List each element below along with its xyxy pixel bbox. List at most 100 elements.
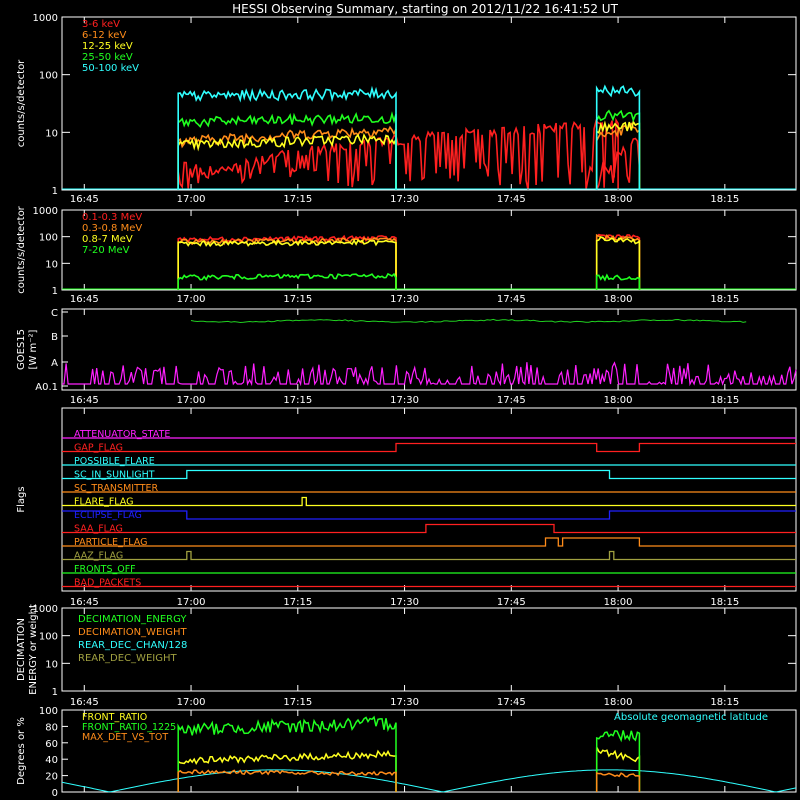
legend-entry: 0.3-0.8 MeV <box>82 223 142 234</box>
time-tick-label: 18:15 <box>710 294 739 305</box>
legend-entry: 50-100 keV <box>82 63 139 74</box>
time-tick-label: 17:45 <box>497 294 526 305</box>
series-line-goes-low <box>190 318 747 324</box>
time-tick-label: 16:45 <box>70 395 99 406</box>
series-line-0.8-7 MeV <box>177 238 397 290</box>
time-tick-label: 17:45 <box>497 395 526 406</box>
y-axis-label: counts/s/detector <box>16 205 27 293</box>
y-axis-label: Flags <box>16 486 27 512</box>
y-tick-label: 10 <box>45 259 58 270</box>
legend-entry: REAR_DEC_CHAN/128 <box>78 640 187 651</box>
legend-entry: REAR_DEC_WEIGHT <box>78 653 177 664</box>
y-axis-label-2: [W m⁻²] <box>28 329 39 369</box>
time-tick-label: 16:45 <box>70 194 99 205</box>
time-tick-label: 17:30 <box>390 697 419 708</box>
flag-line-SAA_FLAG <box>62 523 796 534</box>
time-tick-label: 16:45 <box>70 294 99 305</box>
time-tick-label: 16:45 <box>70 597 99 608</box>
time-tick-label: 17:45 <box>497 697 526 708</box>
flag-line-GAP_FLAG <box>62 442 796 453</box>
legend-entry: 12-25 keV <box>82 41 133 52</box>
observing-summary-chart: HESSI Observing Summary, starting on 201… <box>16 2 797 799</box>
y-tick-label: B <box>51 332 58 343</box>
y-axis-label: counts/s/detector <box>16 59 27 147</box>
time-tick-label: 17:45 <box>497 194 526 205</box>
flag-line-AAZ_FLAG <box>62 550 796 561</box>
time-tick-label: 18:00 <box>604 294 633 305</box>
y-tick-label: 100 <box>39 71 58 82</box>
y-tick-label: 1 <box>52 687 58 698</box>
y-tick-label: 80 <box>45 722 58 733</box>
legend-entry: 3-6 keV <box>82 19 120 30</box>
time-tick-label: 18:00 <box>604 194 633 205</box>
y-tick-label: A <box>51 358 58 369</box>
legend-entry: DECIMATION_WEIGHT <box>78 627 187 638</box>
time-tick-label: 17:00 <box>177 395 206 406</box>
time-tick-label: 17:15 <box>283 395 312 406</box>
y-tick-label: A0.1 <box>35 382 58 393</box>
time-tick-label: 17:00 <box>177 194 206 205</box>
y-tick-label: 40 <box>45 755 58 766</box>
y-tick-label: 100 <box>39 632 58 643</box>
y-axis-label: GOES15 <box>16 329 27 370</box>
panel-frame <box>61 209 797 291</box>
y-tick-label: 1 <box>52 286 58 297</box>
y-tick-label: 1 <box>52 186 58 197</box>
y-axis-label-2: ENERGY or weight <box>28 604 39 695</box>
time-tick-label: 17:15 <box>283 597 312 608</box>
series-line-0.1-0.3 MeV <box>595 233 641 290</box>
y-tick-label: 60 <box>45 739 58 750</box>
y-axis-label: DECIMATION <box>16 618 27 681</box>
geomagnetic-latitude-line <box>61 769 797 793</box>
y-tick-label: 1000 <box>33 206 58 217</box>
y-tick-label: 10 <box>45 659 58 670</box>
time-tick-label: 17:45 <box>497 597 526 608</box>
panel-decimation: 16:45 17:00 17:15 17:30 17:45 18:00 18:15 DECIM… <box>16 604 797 708</box>
time-tick-label: 17:30 <box>390 194 419 205</box>
series-line-FRONT_RATIO_1225 <box>595 729 641 792</box>
panel-countrates: 16:45 17:00 17:15 17:30 17:45 18:00 18:15 count… <box>16 13 797 205</box>
annotation-label: Absolute geomagnetic latitude <box>614 712 768 723</box>
panel-flags: 16:45 17:00 17:15 17:30 17:45 18:00 18:15 Flags… <box>16 407 797 608</box>
flag-line-SC_IN_SUNLIGHT <box>62 469 796 480</box>
y-axis-label: Degrees or % <box>16 717 27 785</box>
flag-label: SAA_FLAG <box>74 524 123 535</box>
flag-label: POSSIBLE_FLARE <box>74 456 155 467</box>
flag-label: FRONTS_OFF <box>74 564 136 575</box>
legend-entry: 0.8-7 MeV <box>82 234 133 245</box>
time-tick-label: 17:15 <box>283 194 312 205</box>
y-tick-label: C <box>51 308 58 319</box>
time-tick-label: 17:15 <box>283 697 312 708</box>
series-line-25-50 keV <box>177 111 397 190</box>
legend-entry: 6-12 keV <box>82 30 126 41</box>
time-tick-label: 18:15 <box>710 697 739 708</box>
series-line-3-6 keV <box>177 117 619 190</box>
y-tick-label: 1000 <box>33 604 58 615</box>
legend-entry: 7-20 MeV <box>82 245 130 256</box>
time-tick-label: 17:30 <box>390 597 419 608</box>
time-tick-label: 17:30 <box>390 294 419 305</box>
flag-line-PARTICLE_FLAG <box>62 537 796 547</box>
flag-line-FLARE_FLAG <box>62 496 796 507</box>
panel-frame <box>61 407 797 592</box>
chart-title: HESSI Observing Summary, starting on 201… <box>232 2 618 16</box>
time-tick-label: 18:15 <box>710 395 739 406</box>
flag-label: FLARE_FLAG <box>74 497 134 508</box>
y-tick-label: 1000 <box>33 13 58 24</box>
y-tick-label: 20 <box>45 772 58 783</box>
time-tick-label: 18:00 <box>604 395 633 406</box>
time-tick-label: 18:00 <box>604 697 633 708</box>
panel-frame <box>61 16 797 191</box>
flag-label: SC_TRANSMITTER <box>74 483 159 494</box>
time-tick-label: 17:30 <box>390 395 419 406</box>
legend-entry: 25-50 keV <box>82 52 133 63</box>
time-tick-label: 16:45 <box>70 697 99 708</box>
panel-goes: 16:45 17:00 17:15 17:30 17:45 18:00 18:15 GOES1… <box>16 308 797 406</box>
legend-entry: DECIMATION_ENERGY <box>78 614 187 625</box>
series-line-0.3-0.8 MeV <box>595 233 641 290</box>
time-tick-label: 17:00 <box>177 597 206 608</box>
time-tick-label: 17:00 <box>177 697 206 708</box>
panel-highenergy: 16:45 17:00 17:15 17:30 17:45 18:00 18:15 count… <box>16 205 797 305</box>
y-tick-label: 100 <box>39 706 58 717</box>
time-tick-label: 17:00 <box>177 294 206 305</box>
